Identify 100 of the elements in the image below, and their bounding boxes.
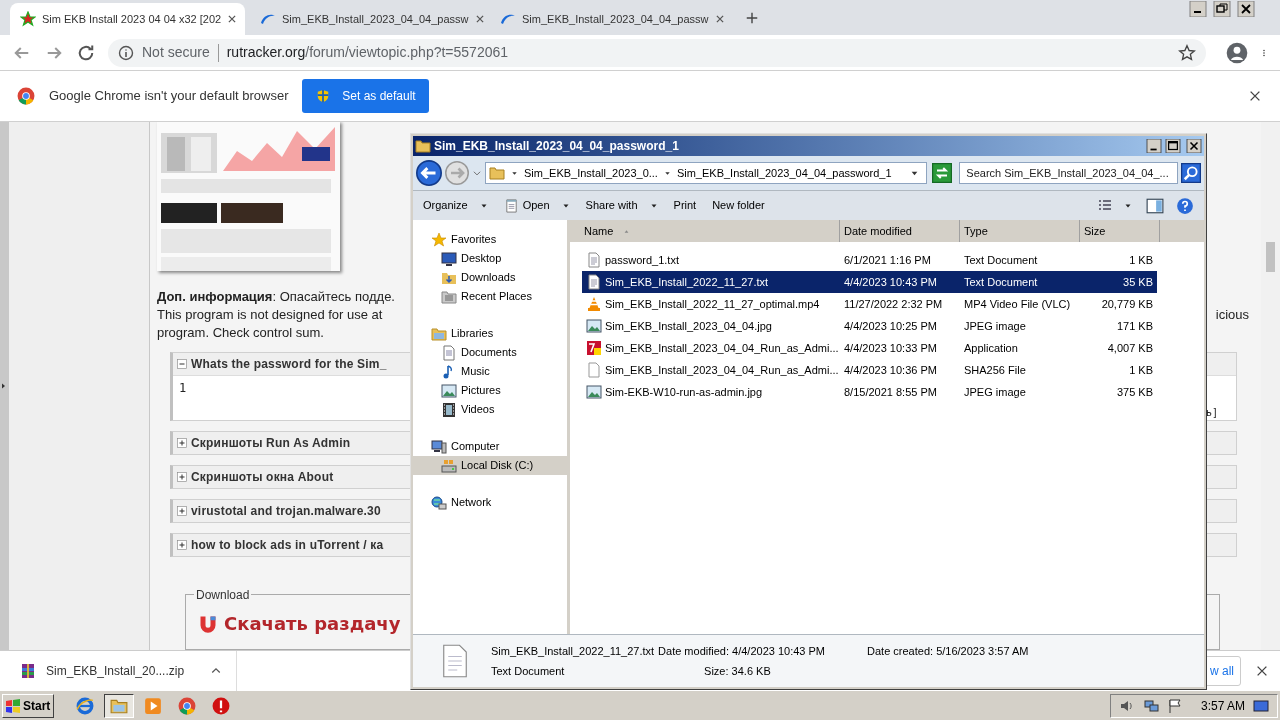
close-icon[interactable] [1248,89,1262,103]
spoiler-title: Whats the password for the Sim_ [191,356,387,374]
folder-icon [489,165,505,181]
file-row[interactable]: Sim-EKB-W10-run-as-admin.jpg 8/15/2021 8:55 PM JPEG image 375 KB [582,381,1157,403]
nav-item[interactable]: Desktop [413,249,567,268]
start-button[interactable]: Start [2,693,54,718]
refresh-icon[interactable] [932,163,953,183]
nav-item[interactable]: Favorites [413,230,567,249]
computer-icon [431,438,447,455]
file-name: Sim_EKB_Install_2022_11_27.txt [491,644,655,659]
info-text: program. Check control sum. [157,324,324,343]
folder-icon [415,138,431,154]
search-field[interactable]: Search Sim_EKB_Install_2023_04_04_... [959,162,1178,184]
preview-pane-icon[interactable] [1146,196,1164,215]
infobar-message: Google Chrome isn't your default browser [49,87,289,106]
shield-icon [316,89,331,103]
file-row[interactable]: Sim_EKB_Install_2023_04_04_Run_as_Admi... 4/4/2023 10:33 PM Application 4,007 KB [582,337,1157,359]
breadcrumb-item[interactable]: Sim_EKB_Install_2023_04_04_password_1 [676,164,892,182]
column-header[interactable]: Type [960,220,1080,242]
nav-item[interactable]: Recent Places [413,287,567,306]
application-icon [586,340,602,356]
collapse-icon [177,359,187,370]
browser-e-icon[interactable] [76,696,94,715]
windows-flag-icon [5,697,21,714]
maximize-icon[interactable] [1165,139,1181,153]
notepad-icon [503,198,519,213]
url-text: rutracker.org/forum/viewtopic.php?t=5572061 [226,43,509,62]
star-icon [431,231,447,248]
network-icon[interactable] [1142,697,1159,714]
document-icon [441,344,457,361]
column-header[interactable]: Date modified [840,220,960,242]
spoiler-title: Скриншоты Run As Admin [191,435,351,453]
image-icon [586,318,602,334]
nav-item[interactable]: Network [413,493,567,512]
close-icon[interactable] [1235,1,1257,17]
browser-tab[interactable]: Sim EKB Install 2023 04 04 x32 [202 [10,3,245,35]
star-icon [20,11,36,27]
back-icon[interactable] [416,160,442,186]
file-row[interactable]: Sim_EKB_Install_2022_11_27.txt 4/4/2023 10:43 PM Text Document 35 KB [582,271,1157,293]
chevron-icon [663,169,671,177]
date-created: Date created: 5/16/2023 3:57 AM [866,644,1029,659]
expand-icon [177,540,187,551]
expand-icon [177,438,187,449]
date-modified: Date modified: 4/4/2023 10:43 PM [658,644,826,659]
address-bar[interactable]: Not secure rutracker.org/forum/viewtopic.php?t=5572061 [108,38,1206,67]
restore-icon[interactable] [1211,1,1233,17]
toolbar-button[interactable]: Share with [579,193,664,218]
help-icon[interactable] [1176,196,1194,215]
minimize-icon[interactable] [1187,1,1209,17]
file-row[interactable]: Sim_EKB_Install_2023_04_04_Run_as_Admi... 4/4/2023 10:36 PM SHA256 File 1 KB [582,359,1157,381]
close-tab-icon[interactable] [474,14,485,24]
toolbar-button[interactable]: Print [667,193,703,218]
set-default-button[interactable]: Set as default [302,79,430,113]
download-file-name: Sim_EKB_Install_20....zip [46,662,185,680]
blank-page-icon [586,362,602,378]
nav-item[interactable]: Videos [413,400,567,419]
nav-item[interactable]: Documents [413,343,567,362]
tab-title: Sim EKB Install 2023 04 04 x32 [202 [42,11,222,27]
image-icon [586,384,602,400]
expand-icon [177,472,187,483]
address-field[interactable]: Sim_EKB_Install_2023_0... Sim_EKB_Install_2023_04_04_password_1 [485,162,928,184]
nav-item[interactable]: Local Disk (C:) [413,456,567,475]
new-tab-icon[interactable] [745,11,759,25]
spoiler-title: how to block ads in uTorrent / ка [191,537,384,555]
breadcrumb-item[interactable]: Sim_EKB_Install_2023_0... [524,164,658,182]
toolbar-button[interactable]: Organize [417,193,494,218]
minimize-icon[interactable] [1146,139,1162,153]
info-icon [118,44,134,61]
nav-item[interactable]: Pictures [413,381,567,400]
file-size: Size: 34.6 KB [703,663,772,679]
nav-item[interactable]: Music [413,362,567,381]
search-icon[interactable] [1181,163,1201,183]
chrome-logo-icon[interactable] [178,696,196,715]
nav-item[interactable]: Computer [413,437,567,456]
toolbar-button[interactable]: New folder [706,193,771,218]
stop-icon[interactable] [212,696,230,715]
bookmark-star-icon[interactable] [1178,43,1196,62]
show-desktop-icon[interactable] [1253,697,1269,714]
flag-icon[interactable] [1166,697,1183,714]
column-header[interactable]: Size [1080,220,1160,242]
clock-text: 3:57 AM [1200,697,1245,715]
close-tab-icon[interactable] [714,14,725,24]
column-header[interactable]: Name [570,220,840,242]
download-link[interactable]: Скачать раздачу [198,610,401,638]
monitor-icon [441,250,457,267]
drive-icon [441,457,457,474]
spoiler-text: ь] [1205,406,1218,421]
close-icon[interactable] [1186,139,1202,153]
close-tab-icon[interactable] [227,14,238,24]
spoiler-title: Скриншоты окна About [191,469,334,487]
file-row[interactable]: Sim_EKB_Install_2022_11_27_optimal.mp4 11/27/2022 2:32 PM MP4 Video File (VLC) 20,779 KB [582,293,1157,315]
nav-item[interactable]: Libraries [413,324,567,343]
document-icon [586,252,602,268]
file-row[interactable]: password_1.txt 6/1/2021 1:16 PM Text Document 1 KB [582,249,1157,271]
film-icon [441,401,457,418]
profile-icon[interactable] [1226,41,1248,64]
toolbar-button[interactable]: Open [497,193,576,218]
nav-item[interactable]: Downloads [413,268,567,287]
file-row[interactable]: Sim_EKB_Install_2023_04_04.jpg 4/4/2023 10:25 PM JPEG image 171 KB [582,315,1157,337]
info-text: icious [1215,306,1249,325]
